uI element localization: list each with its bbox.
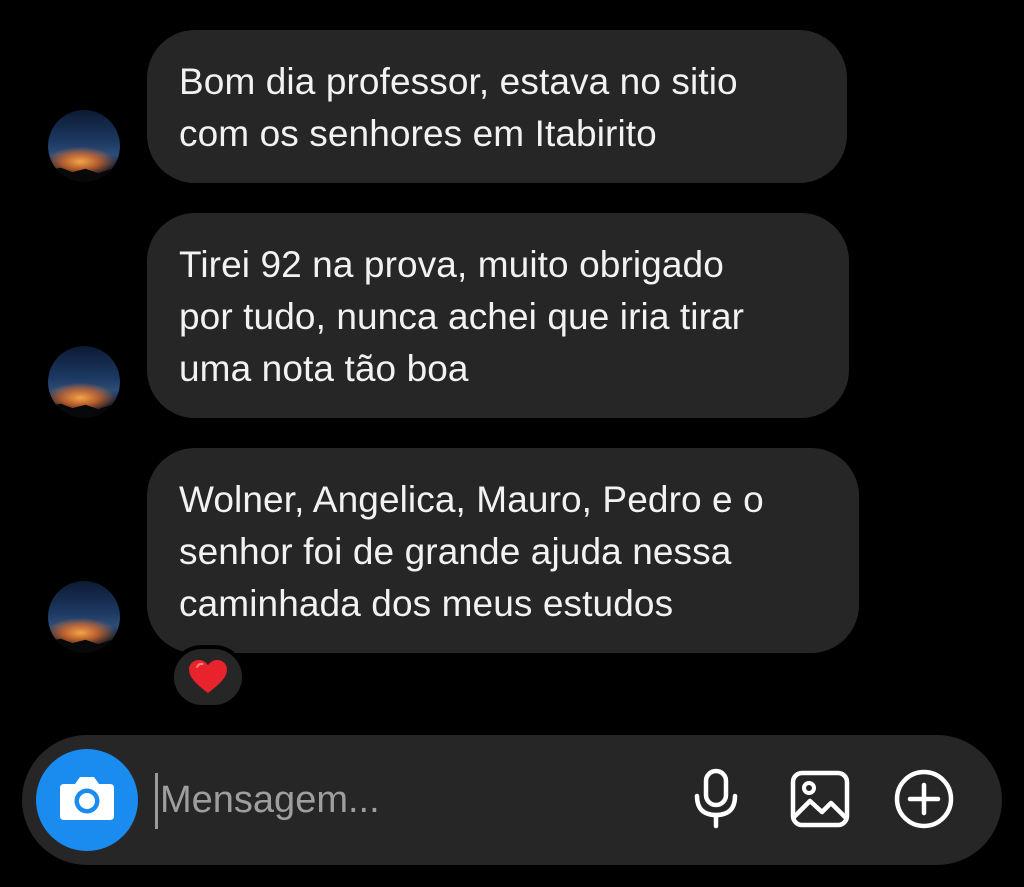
voice-message-button[interactable] [680, 765, 752, 837]
avatar[interactable] [48, 110, 120, 182]
image-gallery-icon [790, 770, 850, 833]
plus-circle-icon [893, 768, 955, 835]
camera-button[interactable] [36, 749, 138, 851]
message-bubble[interactable]: Tirei 92 na prova, muito obrigado por tu… [147, 213, 849, 418]
message-composer [22, 735, 1002, 865]
microphone-icon [692, 768, 740, 835]
avatar[interactable] [48, 346, 120, 418]
message-bubble[interactable]: Bom dia professor, estava no sitio com o… [147, 30, 847, 183]
message-bubble[interactable]: Wolner, Angelica, Mauro, Pedro e o senho… [147, 448, 859, 653]
heart-icon [188, 659, 228, 695]
message-input[interactable] [160, 765, 660, 835]
message-reaction[interactable] [170, 645, 246, 709]
avatar[interactable] [48, 581, 120, 653]
text-cursor [155, 773, 158, 829]
message-thread: Bom dia professor, estava no sitio com o… [0, 0, 1024, 730]
gallery-button[interactable] [784, 765, 856, 837]
more-options-button[interactable] [888, 765, 960, 837]
camera-icon [58, 774, 116, 827]
